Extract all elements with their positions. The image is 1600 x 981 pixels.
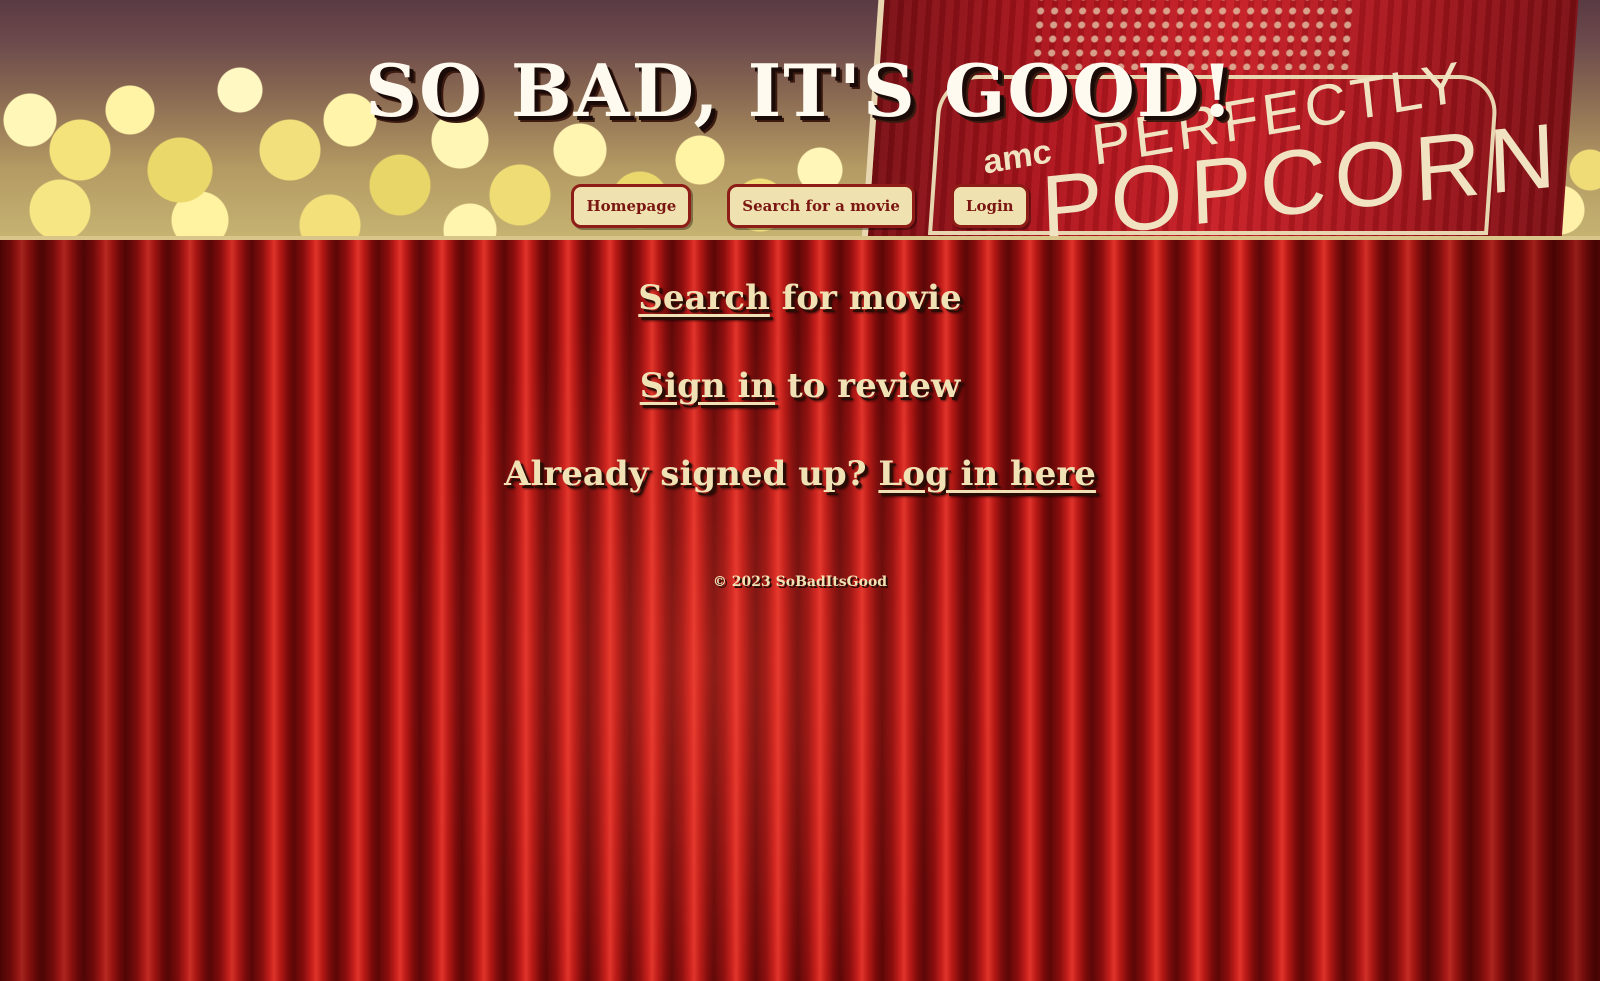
log-in-here-link[interactable]: Log in here [878,454,1096,494]
signin-cta: Sign in to review [0,366,1600,406]
footer-copyright: © 2023 SoBadItsGood [712,574,888,590]
main-nav: Homepage Search for a movie Login [0,184,1600,228]
search-cta-text: for movie [769,278,962,318]
login-cta-text: Already signed up? [504,454,879,494]
login-cta: Already signed up? Log in here [0,454,1600,494]
main-content-area: Search for movie Sign in to review Alrea… [0,240,1600,981]
header-divider [0,236,1600,240]
search-link[interactable]: Search [638,278,770,318]
search-cta: Search for movie [0,278,1600,318]
nav-login-button[interactable]: Login [950,184,1029,228]
signin-cta-text: to review [775,366,961,406]
nav-homepage-button[interactable]: Homepage [571,184,692,228]
header-banner: amc PERFECTLY POPCORN SO BAD, IT'S GOOD!… [0,0,1600,240]
site-title: SO BAD, IT'S GOOD! [365,48,1235,133]
sign-in-link[interactable]: Sign in [640,366,775,406]
nav-search-movie-button[interactable]: Search for a movie [727,184,915,228]
cta-list: Search for movie Sign in to review Alrea… [0,278,1600,542]
